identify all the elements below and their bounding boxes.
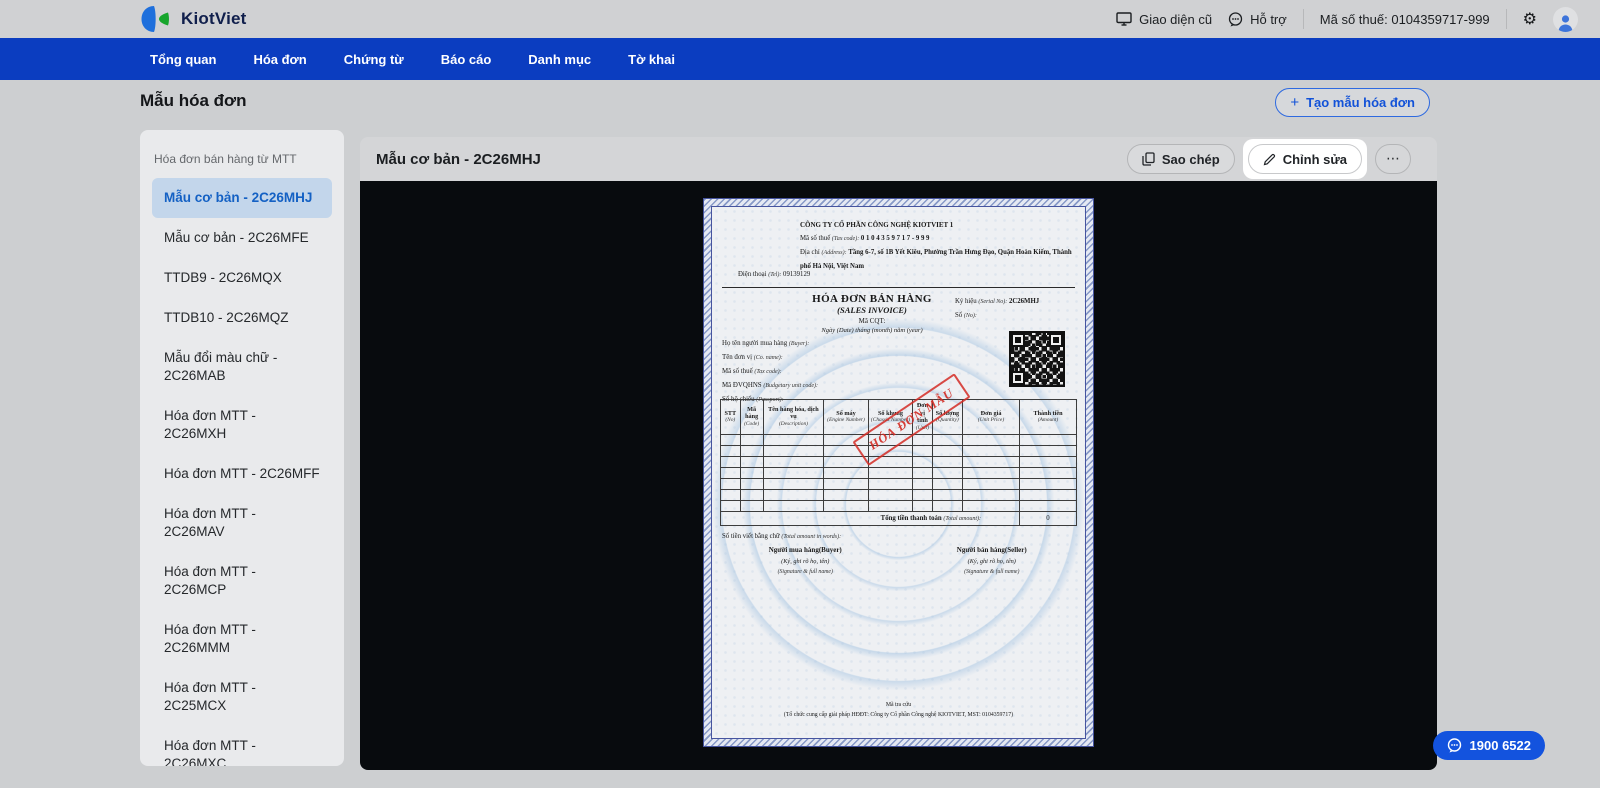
invoice-table-empty-row [720,500,1077,512]
invoice-total-row: Tổng tiền thanh toán (Total amount): 0 [720,511,1077,526]
avatar[interactable] [1553,6,1578,32]
qr-finder [1011,333,1025,347]
invoice-title: HÓA ĐƠN BÁN HÀNG [812,293,932,305]
user-icon [1558,14,1573,32]
invoice-cqt: Mã CQT: [858,317,886,325]
main-nav: Tổng quan Hóa đơn Chứng từ Báo cáo Danh … [0,38,1600,80]
sidebar-item-template[interactable]: Hóa đơn MTT - 2C26MAV [152,494,332,552]
invoice-tax-line: Mã số thuế (Tax code): 0 1 0 4 3 5 9 7 1… [800,235,930,242]
hotline-number: 1900 6522 [1469,738,1531,753]
plus-icon: + [1290,94,1300,111]
sidebar-item-template[interactable]: TTDB9 - 2C26MQX [152,258,332,298]
invoice-phone-line: Điện thoại (Tel): 09139129 [738,271,811,278]
qr-finder [1011,371,1025,385]
invoice-title-block: HÓA ĐƠN BÁN HÀNG (SALES INVOICE) Mã CQT:… [772,293,972,334]
top-header: KiotViet Giao diện cũ Hỗ trợ Mã số thuế:… [0,0,1600,38]
nav-chung-tu[interactable]: Chứng từ [344,52,404,67]
preview-header: Mẫu cơ bản - 2C26MHJ Sao chép Chỉnh sửa … [360,137,1437,181]
invoice-divider [722,287,1075,288]
copy-button-label: Sao chép [1161,151,1220,167]
invoice-serial: Ký hiệu (Serial No): 2C26MHJ [955,298,1040,305]
brand-name: KiotViet [181,9,247,28]
qr-code [1009,331,1065,387]
old-ui-link[interactable]: Giao diện cũ [1116,12,1212,27]
invoice-company-name: CÔNG TY CỔ PHẦN CÔNG NGHỆ KIOTVIET 1 [800,221,954,229]
hotline-button[interactable]: 1900 6522 [1432,731,1545,760]
invoice-frame: CÔNG TY CỔ PHẦN CÔNG NGHỆ KIOTVIET 1 Mã … [711,206,1086,739]
invoice-buyer-block: Họ tên người mua hàng (Buyer): Tên đơn v… [722,337,818,407]
create-template-button[interactable]: + Tạo mẫu hóa đơn [1275,88,1430,117]
sidebar-item-template[interactable]: Mẫu đổi màu chữ - 2C26MAB [152,338,332,396]
pencil-icon [1263,153,1275,165]
buyer-field: Tên đơn vị (Co. name): [722,354,783,361]
invoice-amount-in-words: Số tiền viết bằng chữ (Total amount in w… [722,533,842,540]
template-sidebar: Hóa đơn bán hàng từ MTT Mẫu cơ bản - 2C2… [140,130,344,766]
buyer-signature-block: Người mua hàng(Buyer) (Ký, ghi rõ họ, tê… [768,546,842,575]
old-ui-label: Giao diện cũ [1139,11,1213,27]
tax-code-text: Mã số thuế: 0104359717-999 [1319,11,1490,27]
preview-actions: Sao chép Chỉnh sửa ⋯ [1126,139,1411,179]
topbar-right: Giao diện cũ Hỗ trợ Mã số thuế: 01043597… [1116,6,1578,32]
invoice-table-empty-row [720,467,1077,479]
copy-button[interactable]: Sao chép [1126,144,1235,174]
invoice-company-block: CÔNG TY CỔ PHẦN CÔNG NGHỆ KIOTVIET 1 Mã … [800,219,1078,273]
nav-hoa-don[interactable]: Hóa đơn [253,52,306,67]
ellipsis-icon: ⋯ [1386,151,1400,167]
create-template-label: Tạo mẫu hóa đơn [1306,95,1415,110]
monitor-icon [1116,12,1132,26]
more-options-button[interactable]: ⋯ [1375,144,1411,174]
sidebar-item-template[interactable]: Mẫu cơ bản - 2C26MHJ [152,178,332,218]
edit-button-label: Chỉnh sửa [1282,151,1347,167]
nav-to-khai[interactable]: Tờ khai [628,52,675,67]
invoice-provider-line: (Tổ chức cung cấp giải pháp HĐĐT: Công t… [783,712,1014,718]
sidebar-item-template[interactable]: Hóa đơn MTT - 2C26MCP [152,552,332,610]
sidebar-item-template[interactable]: TTDB10 - 2C26MQZ [152,298,332,338]
chat-bubble-icon [1228,11,1243,26]
qr-finder [1049,333,1063,347]
nav-danh-muc[interactable]: Danh mục [528,52,591,67]
nav-tong-quan[interactable]: Tổng quan [150,52,216,67]
invoice-address-line: Địa chỉ (Address): Tầng 6-7, số 1B Yết K… [800,249,1072,270]
support-link[interactable]: Hỗ trợ [1228,12,1287,27]
sidebar-item-template[interactable]: Mẫu cơ bản - 2C26MFE [152,218,332,258]
divider [1302,9,1304,29]
divider [1505,9,1507,29]
seller-signature-block: Người bán hàng(Seller) (Ký, ghi rõ họ, t… [956,546,1027,575]
page-title: Mẫu hóa đơn [140,91,247,110]
gear-icon[interactable]: ⚙ [1523,11,1537,27]
nav-bao-cao[interactable]: Báo cáo [441,52,492,67]
sidebar-item-template[interactable]: Hóa đơn MTT - 2C26MMM [152,610,332,668]
invoice-total-value: 0 [1019,511,1077,526]
buyer-field: Mã ĐVQHNS (Budgetary unit code): [722,382,819,389]
edit-button-spotlight: Chỉnh sửa [1242,139,1367,179]
sidebar-item-template[interactable]: Hóa đơn MTT - 2C26MFF [152,454,332,494]
hotline-chat-icon [1447,738,1461,753]
sidebar-item-template[interactable]: Hóa đơn MTT - 2C26MXH [152,396,332,454]
kiotviet-logo-icon [141,6,169,32]
support-label: Hỗ trợ [1250,11,1287,27]
invoice-preview-canvas: CÔNG TY CỔ PHẦN CÔNG NGHỆ KIOTVIET 1 Mã … [360,181,1437,770]
sidebar-item-template[interactable]: Hóa đơn MTT - 2C25MCX [152,668,332,726]
template-preview-panel: Mẫu cơ bản - 2C26MHJ Sao chép Chỉnh sửa … [360,137,1437,770]
invoice-table-empty-row [720,489,1077,501]
copy-icon [1142,152,1155,166]
invoice-table-empty-row [720,478,1077,490]
buyer-field: Họ tên người mua hàng (Buyer): [722,340,810,347]
invoice-table-empty-row [720,456,1077,468]
sidebar-item-template[interactable]: Hóa đơn MTT - 2C26MXC [152,726,332,766]
buyer-field: Mã số thuế (Tax code): [722,368,782,375]
edit-button[interactable]: Chỉnh sửa [1247,144,1362,174]
invoice-number: Số (No): [955,312,977,319]
invoice-date-line: Ngày (Date) tháng (month) năm (year) [821,327,923,334]
invoice-document: CÔNG TY CỔ PHẦN CÔNG NGHỆ KIOTVIET 1 Mã … [703,198,1094,747]
invoice-subtitle: (SALES INVOICE) [837,305,907,315]
preview-title: Mẫu cơ bản - 2C26MHJ [376,150,541,168]
invoice-lookup-label: Mã tra cứu [885,702,912,708]
invoice-serial-block: Ký hiệu (Serial No): 2C26MHJ Số (No): [955,295,1071,323]
invoice-table-empty-row [720,445,1077,457]
kiotviet-logo[interactable]: KiotViet [140,5,247,33]
sidebar-group-title: Hóa đơn bán hàng từ MTT [154,152,297,166]
